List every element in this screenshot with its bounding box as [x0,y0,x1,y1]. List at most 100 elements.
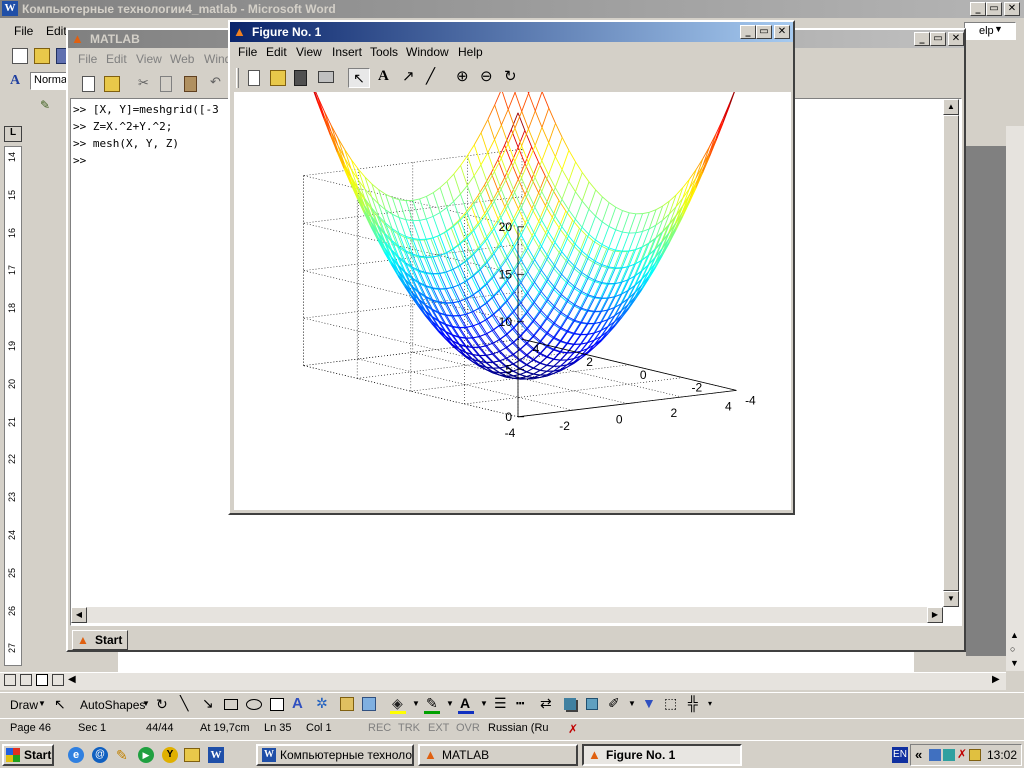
toolbar-options-icon[interactable]: ▾ [708,699,712,708]
shadow-icon[interactable] [564,698,576,710]
insert-arrow-icon[interactable]: ↗ [402,67,415,85]
hscroll-right-button[interactable]: ▶ [927,607,943,623]
arrow-icon[interactable]: ↘ [202,695,214,712]
figure-maximize-button[interactable]: ▭ [756,25,772,39]
grid-icon[interactable]: ╬ [688,695,698,711]
print-view-icon[interactable] [36,674,48,686]
status-ext[interactable]: EXT [428,722,449,734]
task-word[interactable]: W Компьютерные техноло... [256,744,414,766]
matlab-minimize-button[interactable]: _ [914,32,930,46]
word-close-button[interactable]: ✕ [1004,2,1020,16]
open-folder-icon[interactable] [34,48,50,64]
next-page-icon[interactable]: ▼ [1010,658,1019,668]
browse-object-icon[interactable]: ○ [1010,644,1015,654]
oval-icon[interactable] [246,699,262,710]
normal-view-icon[interactable] [4,674,16,686]
language-indicator[interactable]: EN [892,747,908,763]
line-color-icon[interactable]: ✎ [426,695,438,712]
figure-close-button[interactable]: ✕ [774,25,790,39]
figure-menu-insert[interactable]: Insert [332,45,362,59]
arrow-style-icon[interactable]: ⇄ [540,695,552,712]
figure-open-icon[interactable] [270,70,286,86]
3d-icon[interactable] [586,698,598,710]
matlab-copy-icon[interactable] [160,76,172,92]
quicklaunch-folder-icon[interactable] [184,748,200,762]
quicklaunch-tool-icon[interactable]: ✎ [116,747,132,763]
matlab-start-button[interactable]: ▲ Start [72,630,128,650]
fill-color-arrow-icon[interactable]: ▼ [412,699,420,708]
edit-points-icon[interactable]: ⬚ [664,695,677,712]
quicklaunch-word-icon[interactable]: W [208,747,224,763]
matlab-menu-web[interactable]: Web [170,52,194,66]
vscroll-down-button[interactable]: ▼ [943,591,959,607]
hscroll-right-icon[interactable]: ▶ [992,674,1000,685]
figure-menu-tools[interactable]: Tools [370,45,398,59]
new-doc-icon[interactable] [12,48,28,64]
status-language[interactable]: Russian (Ru [488,722,549,734]
font-color-arrow-icon[interactable]: ▼ [480,699,488,708]
quicklaunch-outlook-icon[interactable]: @ [92,747,108,763]
vscroll-thumb[interactable] [943,115,959,591]
highlight-arrow-icon[interactable]: ▼ [628,699,636,708]
line-color-arrow-icon[interactable]: ▼ [446,699,454,708]
matlab-menu-edit[interactable]: Edit [106,52,127,66]
highlight-icon[interactable]: ✐ [608,695,620,712]
hscroll-left-icon[interactable]: ◀ [68,674,76,685]
figure-print-icon[interactable] [318,71,334,83]
word-maximize-button[interactable]: ▭ [986,2,1002,16]
matlab-menu-file[interactable]: File [78,52,97,66]
quicklaunch-media-icon[interactable]: ▶ [138,747,154,763]
style-select[interactable]: Normal [30,72,70,90]
styles-icon[interactable]: A [10,73,26,89]
insert-line-icon[interactable]: ╱ [426,67,435,85]
pen-icon[interactable]: ✎ [40,98,52,112]
word-vscrollbar[interactable] [1006,126,1024,671]
spelling-status-icon[interactable]: ✗ [568,722,578,736]
fill-color-icon[interactable]: ◈ [392,695,403,712]
tray-display-icon[interactable] [943,749,955,761]
rotate-icon[interactable]: ↻ [156,696,168,713]
matlab-undo-icon[interactable]: ↶ [210,74,221,90]
insert-text-icon[interactable]: A [378,68,389,85]
quicklaunch-ie-icon[interactable]: e [68,747,84,763]
quicklaunch-winamp-icon[interactable]: Y [162,747,178,763]
dash-style-icon[interactable]: ┅ [516,695,524,712]
matlab-paste-icon[interactable] [184,76,197,92]
diagram-icon[interactable]: ✲ [316,695,328,712]
start-button[interactable]: Start [2,744,54,766]
command-vscrollbar[interactable]: ▲ ▼ [943,99,959,607]
word-help-box[interactable]: elp [964,22,1016,40]
matlab-open-icon[interactable] [104,76,120,92]
zoom-in-icon[interactable]: ⊕ [456,67,469,85]
matlab-maximize-button[interactable]: ▭ [930,32,946,46]
rectangle-icon[interactable] [224,699,238,710]
tray-expand-icon[interactable]: « [915,747,922,762]
prev-page-icon[interactable]: ▲ [1010,630,1019,640]
status-trk[interactable]: TRK [398,722,420,734]
tray-monitor-icon[interactable] [969,749,981,761]
rotate-3d-icon[interactable]: ↻ [504,67,517,85]
triangle-icon[interactable]: ▼ [642,695,656,711]
draw-menu[interactable]: Draw [10,698,38,712]
hscroll-left-button[interactable]: ◀ [71,607,87,623]
figure-menu-file[interactable]: File [238,45,257,59]
task-figure[interactable]: ▲ Figure No. 1 [582,744,742,766]
status-rec[interactable]: REC [368,722,391,734]
word-help-dropdown-icon[interactable]: ▼ [994,24,1003,34]
figure-menu-window[interactable]: Window [406,45,449,59]
vscroll-up-button[interactable]: ▲ [943,99,959,115]
matlab-new-icon[interactable] [82,76,95,92]
tray-volume-icon[interactable]: ✗ [957,747,967,761]
figure-minimize-button[interactable]: _ [740,25,756,39]
edit-plot-icon[interactable]: ↖ [348,68,370,88]
word-minimize-button[interactable]: _ [970,2,986,16]
wordart-icon[interactable]: A [292,695,303,712]
zoom-out-icon[interactable]: ⊖ [480,67,493,85]
word-menu-file[interactable]: File [14,24,33,38]
status-ovr[interactable]: OVR [456,722,480,734]
select-objects-icon[interactable]: ↖ [54,696,66,713]
figure-menu-edit[interactable]: Edit [266,45,287,59]
word-hscrollbar[interactable] [0,672,1006,690]
task-matlab[interactable]: ▲ MATLAB [418,744,578,766]
autoshapes-menu[interactable]: AutoShapes [80,698,145,712]
